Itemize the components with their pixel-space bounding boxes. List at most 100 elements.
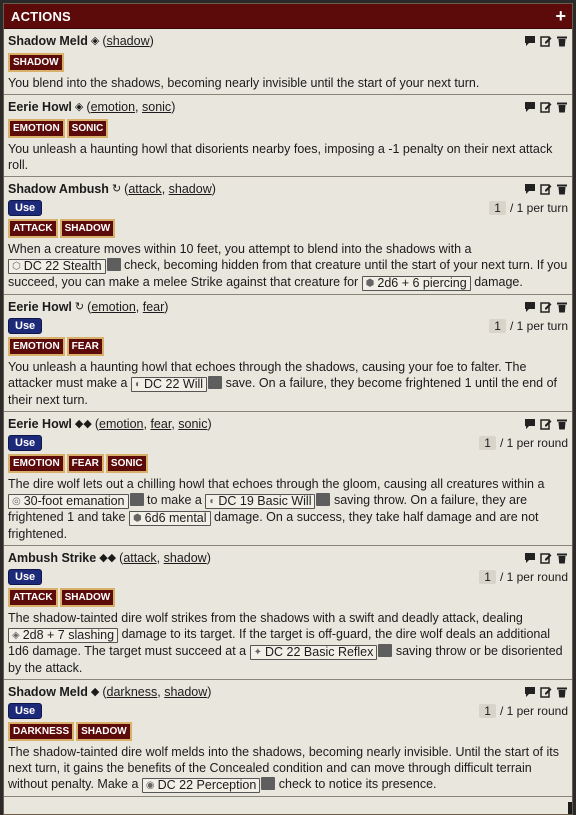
trait-tag[interactable]: DARKNESS	[8, 722, 75, 741]
use-button[interactable]: Use	[8, 318, 43, 334]
action-name[interactable]: Eerie Howl	[8, 300, 72, 314]
eye-icon: ◉	[145, 780, 155, 791]
trash-icon[interactable]	[556, 552, 568, 564]
use-button[interactable]: Use	[8, 703, 43, 719]
trait-tag[interactable]: FEAR	[66, 337, 104, 356]
damage-inline[interactable]: ◈ 2d8 + 7 slashing	[8, 628, 119, 643]
uses-counter: 1/ 1 per turn	[489, 319, 568, 333]
post-to-chat-icon[interactable]	[208, 376, 223, 389]
edit-icon[interactable]	[540, 418, 552, 430]
use-button[interactable]: Use	[8, 200, 43, 216]
chat-icon[interactable]	[524, 301, 536, 313]
edit-icon[interactable]	[540, 686, 552, 698]
damage-inline[interactable]: ⬢ 6d6 mental	[128, 511, 211, 526]
edit-icon[interactable]	[540, 35, 552, 47]
trash-icon[interactable]	[556, 35, 568, 47]
post-to-chat-icon[interactable]	[316, 493, 331, 506]
trait-link[interactable]: emotion	[99, 417, 143, 431]
uses-text: / 1 per turn	[509, 319, 568, 333]
check-inline[interactable]: ◉ DC 22 Perception	[141, 778, 261, 793]
trait-link[interactable]: shadow	[169, 182, 212, 196]
chat-icon[interactable]	[524, 552, 536, 564]
trait-tag[interactable]: SONIC	[105, 454, 148, 473]
emanation-icon: ◎	[12, 496, 21, 507]
use-button[interactable]: Use	[8, 569, 43, 585]
post-to-chat-icon[interactable]	[378, 644, 393, 657]
action-name[interactable]: Eerie Howl	[8, 417, 72, 431]
check-inline[interactable]: ✦ DC 22 Basic Reflex	[249, 645, 378, 660]
trait-link[interactable]: fear	[143, 300, 165, 314]
trait-tag[interactable]: SHADOW	[59, 588, 116, 607]
edit-icon[interactable]	[540, 552, 552, 564]
trash-icon[interactable]	[556, 686, 568, 698]
resize-handle[interactable]	[568, 802, 572, 814]
trait-links: (attack, shadow)	[124, 182, 216, 196]
description-text: The dire wolf lets out a chilling howl t…	[8, 477, 545, 491]
chat-icon[interactable]	[524, 418, 536, 430]
brain-icon: ◐	[209, 496, 216, 507]
trait-tag[interactable]: SHADOW	[76, 722, 132, 741]
trash-icon[interactable]	[556, 301, 568, 313]
trait-link[interactable]: shadow	[164, 685, 207, 699]
trait-tag[interactable]: EMOTION	[8, 119, 65, 138]
trait-link[interactable]: shadow	[107, 34, 150, 48]
trash-icon[interactable]	[556, 101, 568, 113]
action-item: Shadow Meld ◈ (shadow) SHADOW You blend …	[4, 29, 572, 95]
trait-link[interactable]: sonic	[142, 100, 171, 114]
trait-tag[interactable]: EMOTION	[8, 454, 65, 473]
trait-tags: EMOTION FEAR SONIC	[8, 454, 568, 473]
trait-link[interactable]: shadow	[164, 551, 207, 565]
use-button[interactable]: Use	[8, 435, 43, 451]
trait-tag[interactable]: SHADOW	[59, 219, 116, 238]
trait-tag[interactable]: ATTACK	[8, 219, 58, 238]
damage-inline[interactable]: ⬢ 2d6 + 6 piercing	[361, 276, 471, 291]
chat-icon[interactable]	[524, 101, 536, 113]
trait-link[interactable]: darkness	[107, 685, 158, 699]
edit-icon[interactable]	[540, 301, 552, 313]
trash-icon[interactable]	[556, 418, 568, 430]
trash-icon[interactable]	[556, 183, 568, 195]
trait-link[interactable]: emotion	[91, 300, 135, 314]
area-inline[interactable]: ◎ 30-foot emanation	[8, 494, 129, 509]
trait-tag[interactable]: FEAR	[66, 454, 104, 473]
uses-count-input[interactable]: 1	[479, 570, 496, 584]
uses-text: / 1 per turn	[509, 201, 568, 215]
post-to-chat-icon[interactable]	[261, 777, 276, 790]
post-to-chat-icon[interactable]	[106, 258, 121, 271]
trait-link[interactable]: fear	[150, 417, 171, 431]
action-name[interactable]: Eerie Howl	[8, 100, 72, 114]
uses-count-input[interactable]: 1	[479, 436, 496, 450]
chat-icon[interactable]	[524, 686, 536, 698]
action-name[interactable]: Shadow Meld	[8, 34, 88, 48]
action-name[interactable]: Ambush Strike	[8, 551, 96, 565]
trait-link[interactable]: sonic	[178, 417, 207, 431]
edit-icon[interactable]	[540, 183, 552, 195]
check-inline[interactable]: ◐ DC 22 Will	[130, 377, 208, 392]
trait-tag[interactable]: EMOTION	[8, 337, 65, 356]
chat-icon[interactable]	[524, 35, 536, 47]
trait-link[interactable]: emotion	[91, 100, 135, 114]
uses-count-input[interactable]: 1	[479, 704, 496, 718]
item-controls	[524, 101, 568, 113]
action-name[interactable]: Shadow Meld	[8, 685, 88, 699]
uses-count-input[interactable]: 1	[489, 201, 506, 215]
trait-tag[interactable]: ATTACK	[8, 588, 58, 607]
trait-links: (emotion, fear, sonic)	[94, 417, 212, 431]
item-controls	[524, 183, 568, 195]
item-controls	[524, 35, 568, 47]
chat-icon[interactable]	[524, 183, 536, 195]
post-to-chat-icon[interactable]	[129, 493, 144, 506]
check-inline[interactable]: ◐ DC 19 Basic Will	[205, 494, 316, 509]
check-inline[interactable]: ⬡ DC 22 Stealth	[8, 259, 106, 274]
action-name[interactable]: Shadow Ambush	[8, 182, 109, 196]
trait-link[interactable]: attack	[123, 551, 156, 565]
action-item: Ambush Strike ◆◆ (attack, shadow) Use 1/…	[4, 546, 572, 680]
trait-link[interactable]: attack	[128, 182, 161, 196]
add-action-button[interactable]: +	[555, 7, 566, 25]
trait-tag[interactable]: SHADOW	[8, 53, 64, 72]
d20-icon: ⬡	[12, 261, 21, 272]
trait-tag[interactable]: SONIC	[66, 119, 109, 138]
trait-links: (darkness, shadow)	[102, 685, 212, 699]
edit-icon[interactable]	[540, 101, 552, 113]
uses-count-input[interactable]: 1	[489, 319, 506, 333]
